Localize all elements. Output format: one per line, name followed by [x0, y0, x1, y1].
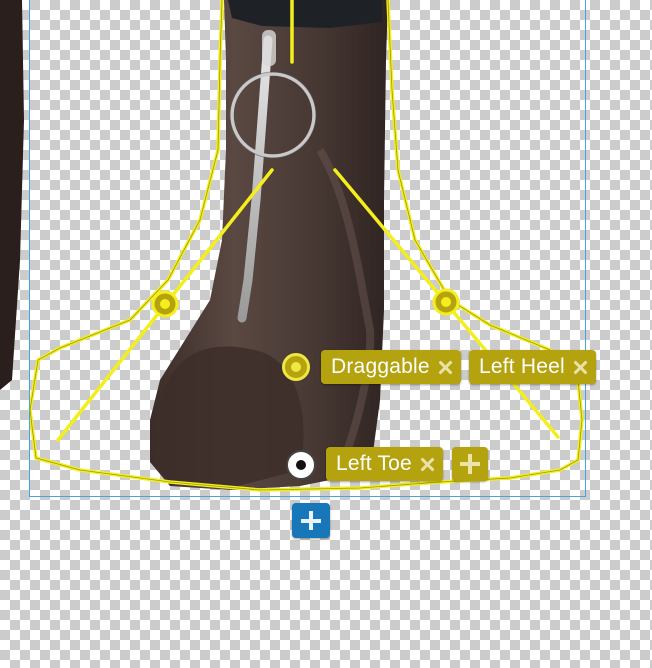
left-toe-pin[interactable] — [286, 450, 316, 480]
left-toe-tag-label: Left Toe — [336, 452, 412, 475]
add-tag-button[interactable] — [452, 447, 488, 481]
left-joint-handle — [151, 290, 179, 318]
left-toe-tag[interactable]: Left Toe — [326, 447, 443, 481]
draggable-pin[interactable] — [282, 353, 310, 381]
left-heel-tag-label: Left Heel — [479, 355, 565, 378]
draggable-tag-label: Draggable — [331, 355, 430, 378]
right-joint-handle — [432, 288, 460, 316]
other-boot — [0, 0, 24, 390]
close-icon[interactable] — [438, 360, 453, 375]
puppet-canvas[interactable] — [0, 0, 652, 668]
close-icon[interactable] — [420, 457, 435, 472]
close-icon[interactable] — [573, 360, 588, 375]
left-heel-tag[interactable]: Left Heel — [469, 350, 596, 384]
draggable-tag[interactable]: Draggable — [321, 350, 461, 384]
add-pin-button[interactable] — [292, 503, 330, 538]
